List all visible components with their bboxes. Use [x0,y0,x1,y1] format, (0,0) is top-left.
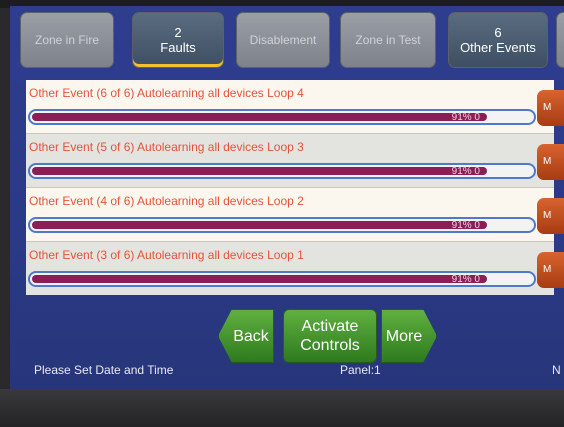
tab-label: Zone in Test [355,32,421,47]
event-text: Other Event (4 of 6) Autolearning all de… [29,194,304,208]
tab-label: Faults [160,40,196,55]
event-text: Other Event (6 of 6) Autolearning all de… [29,86,304,100]
event-row[interactable]: Other Event (3 of 6) Autolearning all de… [26,242,564,295]
progress-fill [32,113,487,121]
progress-bar: 91% 0 [28,163,536,179]
activate-controls-button[interactable]: Activate Controls [283,309,377,363]
progress-fill [32,275,487,283]
event-row[interactable]: Other Event (6 of 6) Autolearning all de… [26,80,564,134]
progress-bar: 91% 0 [28,217,536,233]
tab-label: Disablement [249,32,317,47]
bezel-bottom [0,389,564,427]
progress-label: 91% 0 [451,220,480,231]
tab-label: Zone in Fire [34,32,100,47]
progress-label: 91% 0 [451,274,480,285]
status-message: Please Set Date and Time [34,363,174,377]
panel-indicator: Panel:1 [340,363,381,377]
tab-count: 6 [494,25,502,40]
progress-label: 91% 0 [451,166,480,177]
tab-faults[interactable]: 2 Faults [132,12,224,68]
event-more-button[interactable]: M [537,144,564,180]
progress-bar: 91% 0 [28,271,536,287]
event-row[interactable]: Other Event (4 of 6) Autolearning all de… [26,188,564,242]
event-text: Other Event (5 of 6) Autolearning all de… [29,140,304,154]
progress-bar: 91% 0 [28,109,536,125]
progress-fill [32,221,487,229]
tab-other-events[interactable]: 6 Other Events [448,12,548,68]
tab-disablement[interactable]: Disablement [236,12,330,68]
tab-zone-in-test[interactable]: Zone in Test [340,12,436,68]
tab-partial[interactable] [556,12,564,68]
progress-label: 91% 0 [451,112,480,123]
tab-label: Other Events [460,40,536,55]
event-text: Other Event (3 of 6) Autolearning all de… [29,248,304,262]
status-right: N [552,363,561,377]
progress-fill [32,167,487,175]
event-more-button[interactable]: M [537,90,564,126]
tab-count: 2 [174,25,182,40]
event-list: Other Event (6 of 6) Autolearning all de… [26,80,564,295]
tab-zone-in-fire[interactable]: Zone in Fire [20,12,114,68]
event-more-button[interactable]: M [537,198,564,234]
event-more-button[interactable]: M [537,252,564,288]
event-row[interactable]: Other Event (5 of 6) Autolearning all de… [26,134,564,188]
